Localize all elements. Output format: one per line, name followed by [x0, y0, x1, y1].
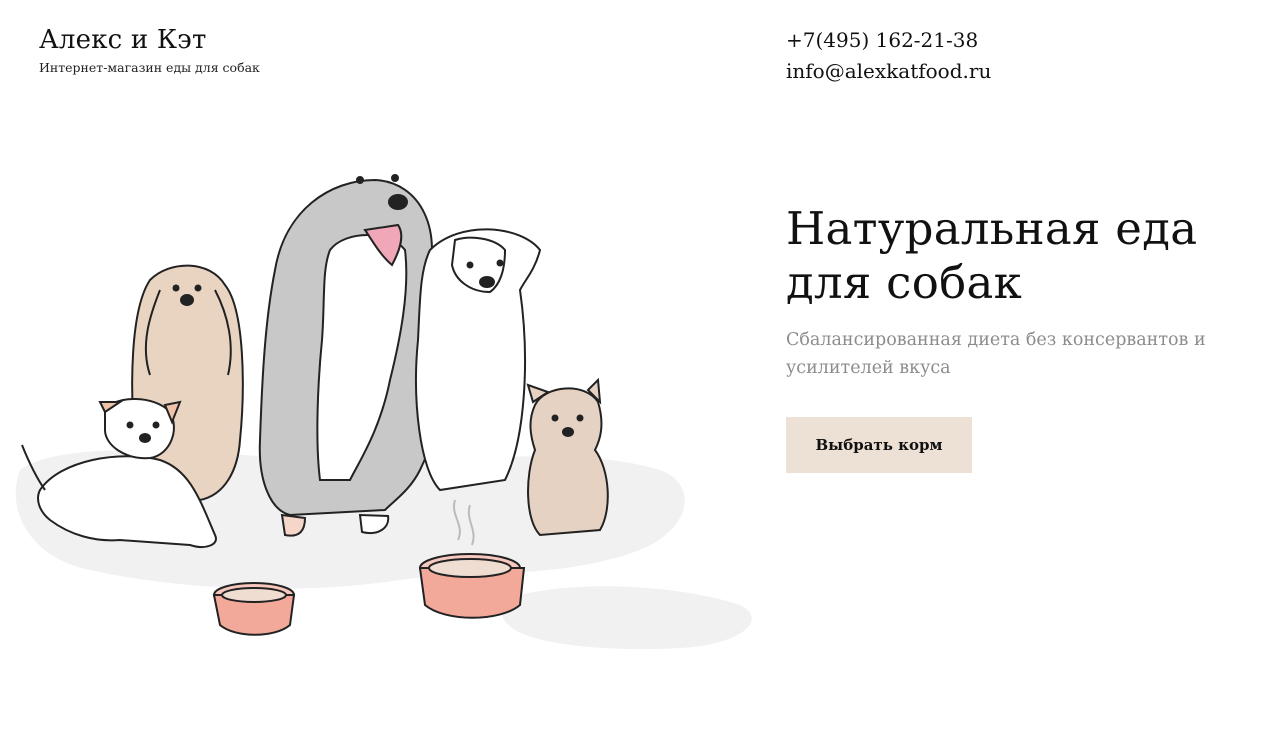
hero-subtitle: Сбалансированная диета без консервантов … — [786, 330, 1206, 378]
hero-title-line-1: Натуральная еда — [786, 202, 1198, 255]
hero-title-line-2: для собак — [786, 256, 1023, 309]
collie-dog — [415, 228, 542, 492]
bernese-dog — [258, 174, 443, 537]
food-bowl-left — [212, 582, 296, 636]
ground-shadow-2 — [502, 586, 752, 650]
yorkie-dog — [526, 377, 609, 537]
contacts: +7(495) 162-21-38 info@alexkatfood.ru — [786, 25, 991, 87]
phone-link[interactable]: +7(495) 162-21-38 — [786, 25, 991, 56]
brand-name[interactable]: Алекс и Кэт — [39, 24, 260, 56]
hero-text: Натуральная еда для собак Сбалансированн… — [786, 202, 1246, 382]
dogs-illustration — [15, 174, 752, 650]
brand[interactable]: Алекс и Кэт Интернет-магазин еды для соб… — [39, 24, 260, 76]
hero-title: Натуральная еда для собак — [786, 202, 1246, 310]
brand-tagline: Интернет-магазин еды для собак — [39, 60, 260, 75]
email-link[interactable]: info@alexkatfood.ru — [786, 56, 991, 87]
choose-food-button[interactable]: Выбрать корм — [786, 417, 972, 473]
food-bowl-right — [418, 553, 526, 619]
